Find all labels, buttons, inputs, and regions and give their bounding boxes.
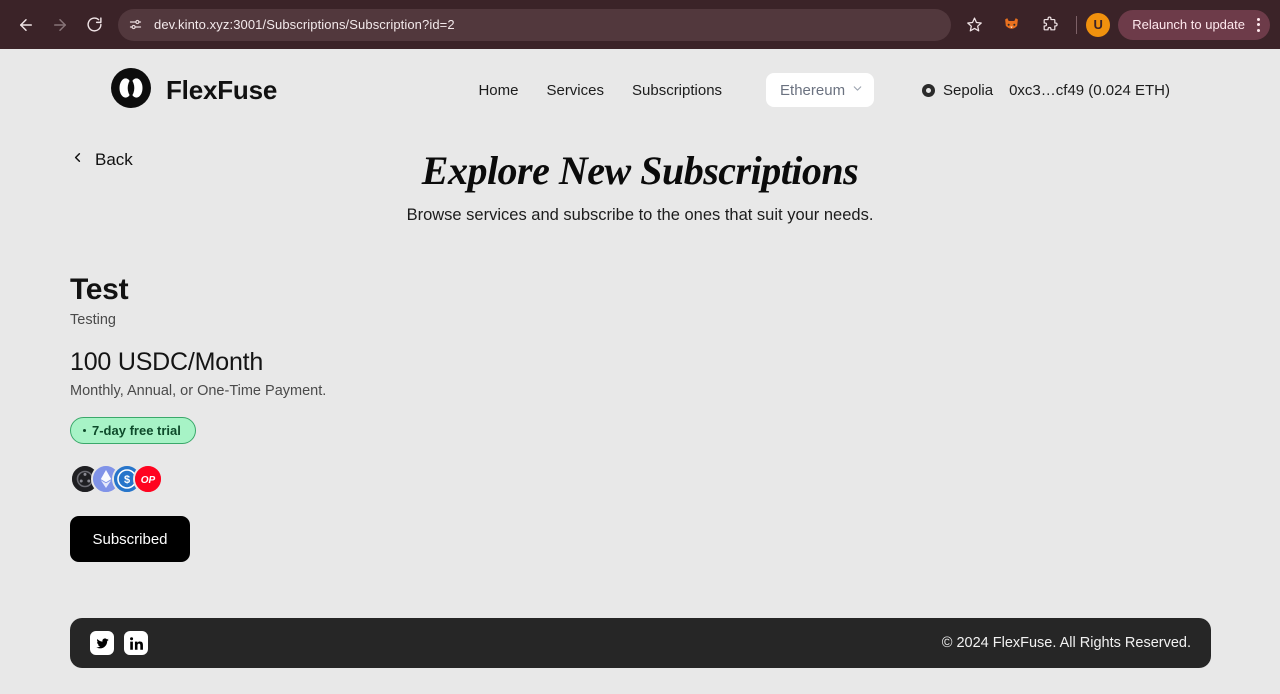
browser-back-button[interactable]: [10, 9, 42, 41]
wallet-network-label: Sepolia: [943, 81, 994, 99]
profile-avatar[interactable]: U: [1086, 12, 1111, 37]
network-status-icon: [922, 83, 936, 97]
back-button-label: Back: [95, 150, 133, 169]
footer-copyright: © 2024 FlexFuse. All Rights Reserved.: [941, 635, 1191, 651]
nav-link-home[interactable]: Home: [478, 82, 518, 99]
back-button[interactable]: Back: [70, 150, 133, 170]
linkedin-icon[interactable]: [124, 631, 148, 655]
subscription-offering: Test Testing 100 USDC/Month Monthly, Ann…: [0, 273, 1280, 562]
nav-link-subscriptions[interactable]: Subscriptions: [632, 82, 722, 99]
chevron-left-icon: [70, 150, 85, 170]
chevron-down-icon: [851, 82, 864, 99]
offering-title: Test: [70, 273, 129, 306]
svg-text:OP: OP: [141, 475, 156, 486]
address-bar-url: dev.kinto.xyz:3001/Subscriptions/Subscri…: [154, 17, 455, 32]
browser-forward-button[interactable]: [44, 9, 76, 41]
page-body: FlexFuse Home Services Subscriptions Eth…: [0, 49, 1280, 694]
tune-sliders-icon[interactable]: [122, 12, 148, 38]
chain-select[interactable]: Ethereum: [766, 73, 875, 107]
hero-section: Explore New Subscriptions Browse service…: [0, 129, 1280, 225]
accepted-tokens: $ OP: [70, 464, 1210, 494]
chain-select-value: Ethereum: [780, 81, 846, 99]
optimism-token-icon[interactable]: OP: [133, 464, 163, 494]
page-title: Explore New Subscriptions: [421, 148, 859, 193]
trial-badge: 7-day free trial: [70, 417, 196, 444]
nav-link-services[interactable]: Services: [546, 82, 604, 99]
fox-extension-icon[interactable]: [996, 10, 1026, 40]
social-links: [90, 631, 148, 655]
puzzle-piece-icon[interactable]: [1034, 10, 1064, 40]
page-subtitle: Browse services and subscribe to the one…: [406, 206, 874, 224]
kebab-menu-icon[interactable]: [1253, 17, 1264, 32]
wallet-info[interactable]: Sepolia 0xc3…cf49 (0.024 ETH): [922, 82, 1170, 99]
svg-text:$: $: [124, 474, 130, 486]
offering-description: Testing: [70, 312, 116, 328]
toolbar-divider: [1076, 15, 1078, 34]
site-header: FlexFuse Home Services Subscriptions Eth…: [0, 49, 1280, 129]
flexfuse-logo-icon: [110, 67, 152, 114]
relaunch-to-update-button[interactable]: Relaunch to update: [1118, 9, 1270, 40]
brand-logo[interactable]: FlexFuse: [110, 67, 277, 114]
relaunch-label: Relaunch to update: [1132, 17, 1245, 32]
trial-badge-label: 7-day free trial: [92, 423, 181, 438]
wallet-address-balance: 0xc3…cf49 (0.024 ETH): [1009, 81, 1170, 99]
bullet-dot-icon: [83, 429, 86, 432]
address-bar[interactable]: dev.kinto.xyz:3001/Subscriptions/Subscri…: [118, 8, 952, 41]
browser-toolbar: dev.kinto.xyz:3001/Subscriptions/Subscri…: [0, 0, 1280, 49]
offering-price: 100 USDC/Month: [70, 348, 264, 376]
main-navigation: Home Services Subscriptions Ethereum Sep…: [478, 73, 1170, 107]
twitter-icon[interactable]: [90, 631, 114, 655]
offering-terms: Monthly, Annual, or One-Time Payment.: [70, 383, 327, 399]
star-icon[interactable]: [959, 10, 989, 40]
browser-reload-button[interactable]: [78, 9, 110, 41]
brand-name: FlexFuse: [166, 74, 278, 105]
subscribe-button[interactable]: Subscribed: [70, 516, 190, 562]
site-footer: © 2024 FlexFuse. All Rights Reserved.: [70, 618, 1211, 668]
